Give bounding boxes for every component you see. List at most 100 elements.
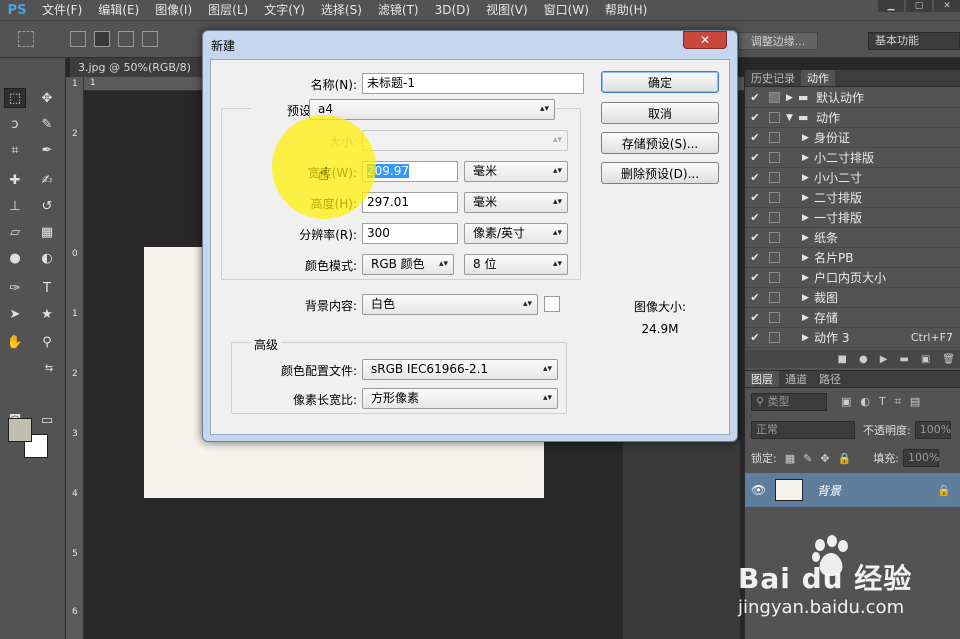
pen-tool-icon[interactable]: ✑ xyxy=(4,278,26,298)
dialog-toggle-box[interactable] xyxy=(769,232,780,243)
quick-select-tool-icon[interactable]: ✎ xyxy=(36,114,58,134)
record-icon[interactable]: ● xyxy=(859,354,868,365)
dialog-toggle-box[interactable] xyxy=(769,132,780,143)
check-icon[interactable]: ✔ xyxy=(747,131,763,144)
expand-right-icon[interactable]: ▶ xyxy=(802,213,814,223)
blend-mode-select[interactable]: 正常 xyxy=(751,421,855,439)
new-set-icon[interactable]: ▬ xyxy=(899,354,908,365)
refine-edge-button[interactable]: 调整边缘... xyxy=(738,32,818,50)
dialog-toggle-box[interactable] xyxy=(769,172,780,183)
restore-icon[interactable]: ▢ xyxy=(906,0,932,12)
eye-icon[interactable]: 👁 xyxy=(751,483,766,497)
layer-name[interactable]: 背景 xyxy=(817,482,841,499)
action-row[interactable]: ✔ ▼ ▬ 动作 xyxy=(745,108,960,128)
action-row[interactable]: ✔ ▶ 存储 xyxy=(745,308,960,328)
action-row[interactable]: ✔ ▶ 纸条 xyxy=(745,228,960,248)
zoom-tool-icon[interactable]: ⚲ xyxy=(36,332,58,352)
dialog-toggle-box[interactable] xyxy=(769,272,780,283)
dialog-toggle-box[interactable] xyxy=(769,152,780,163)
tab-actions[interactable]: 动作 xyxy=(801,70,835,86)
dodge-tool-icon[interactable]: ◐ xyxy=(36,248,58,268)
dialog-toggle-box[interactable] xyxy=(769,212,780,223)
expand-right-icon[interactable]: ▶ xyxy=(802,313,814,323)
trash-icon[interactable]: 🗑 xyxy=(942,354,955,365)
action-row[interactable]: ✔ ▶ 动作 3 Ctrl+F7 xyxy=(745,328,960,348)
tab-paths[interactable]: 路径 xyxy=(813,371,847,387)
size-select[interactable]: ▴▾ xyxy=(362,130,568,151)
add-selection-icon[interactable] xyxy=(94,31,110,47)
brush-tool-icon[interactable]: ✍ xyxy=(36,170,58,190)
hand-tool-icon[interactable]: ✋ xyxy=(4,332,26,352)
action-row[interactable]: ✔ ▶ 名片PB xyxy=(745,248,960,268)
delete-preset-button[interactable]: 删除预设(D)... xyxy=(601,162,719,184)
subtract-selection-icon[interactable] xyxy=(118,31,134,47)
menu-file[interactable]: 文件(F) xyxy=(34,0,90,20)
menu-edit[interactable]: 编辑(E) xyxy=(90,0,147,20)
move-tool-icon[interactable]: ✥ xyxy=(36,88,58,108)
action-row[interactable]: ✔ ▶ 裁图 xyxy=(745,288,960,308)
action-row[interactable]: ✔ ▶ ▬ 默认动作 xyxy=(745,88,960,108)
path-select-tool-icon[interactable]: ➤ xyxy=(4,304,26,324)
swap-colors-icon[interactable]: ⇆ xyxy=(38,358,60,378)
foreground-color-swatch[interactable] xyxy=(8,418,32,442)
clone-stamp-tool-icon[interactable]: ⊥ xyxy=(4,196,26,216)
expand-right-icon[interactable]: ▶ xyxy=(786,93,798,103)
eraser-tool-icon[interactable]: ▱ xyxy=(4,222,26,242)
dialog-toggle-box[interactable] xyxy=(769,192,780,203)
action-row[interactable]: ✔ ▶ 小二寸排版 xyxy=(745,148,960,168)
screen-mode-icon[interactable]: ▭ xyxy=(36,410,58,430)
width-input[interactable]: 209.97 xyxy=(362,161,458,182)
action-row[interactable]: ✔ ▶ 小小二寸 xyxy=(745,168,960,188)
expand-right-icon[interactable]: ▶ xyxy=(802,233,814,243)
blur-tool-icon[interactable]: ● xyxy=(4,248,26,268)
expand-down-icon[interactable]: ▼ xyxy=(786,113,798,123)
layer-filter-icons[interactable]: ▣◐T⌗▤ xyxy=(841,395,929,409)
background-color-preview[interactable] xyxy=(544,296,560,312)
crop-tool-icon[interactable]: ⌗ xyxy=(4,140,26,160)
layer-filter-select[interactable]: ⚲ 类型 xyxy=(751,393,827,411)
history-brush-tool-icon[interactable]: ↺ xyxy=(36,196,58,216)
expand-right-icon[interactable]: ▶ xyxy=(802,173,814,183)
menu-type[interactable]: 文字(Y) xyxy=(256,0,313,20)
check-icon[interactable]: ✔ xyxy=(747,251,763,264)
eyedropper-tool-icon[interactable]: ✒ xyxy=(36,140,58,160)
resolution-unit-select[interactable]: 像素/英寸 ▴▾ xyxy=(464,223,568,244)
ok-button[interactable]: 确定 xyxy=(601,71,719,93)
tab-layers[interactable]: 图层 xyxy=(745,371,779,387)
minimize-icon[interactable]: ▁ xyxy=(878,0,904,12)
color-profile-select[interactable]: sRGB IEC61966-2.1 ▴▾ xyxy=(362,359,558,380)
color-mode-select[interactable]: RGB 颜色 ▴▾ xyxy=(362,254,454,275)
expand-right-icon[interactable]: ▶ xyxy=(802,153,814,163)
check-icon[interactable]: ✔ xyxy=(747,311,763,324)
menu-help[interactable]: 帮助(H) xyxy=(597,0,655,20)
dialog-toggle-box[interactable] xyxy=(769,312,780,323)
dialog-toggle-box[interactable] xyxy=(769,92,780,103)
lasso-tool-icon[interactable]: ↄ xyxy=(4,114,26,134)
fill-input[interactable]: 100% xyxy=(902,449,939,467)
resolution-input[interactable]: 300 xyxy=(362,223,458,244)
shape-tool-icon[interactable]: ★ xyxy=(36,304,58,324)
expand-right-icon[interactable]: ▶ xyxy=(802,193,814,203)
check-icon[interactable]: ✔ xyxy=(747,331,763,344)
menu-filter[interactable]: 滤镜(T) xyxy=(370,0,427,20)
expand-right-icon[interactable]: ▶ xyxy=(802,273,814,283)
healing-brush-tool-icon[interactable]: ✚ xyxy=(4,170,26,190)
cancel-button[interactable]: 取消 xyxy=(601,102,719,124)
dialog-close-button[interactable]: ✕ xyxy=(683,31,727,49)
tab-history[interactable]: 历史记录 xyxy=(745,70,801,86)
height-input[interactable]: 297.01 xyxy=(362,192,458,213)
check-icon[interactable]: ✔ xyxy=(747,151,763,164)
action-row[interactable]: ✔ ▶ 二寸排版 xyxy=(745,188,960,208)
intersect-selection-icon[interactable] xyxy=(142,31,158,47)
menu-layer[interactable]: 图层(L) xyxy=(200,0,256,20)
window-close-icon[interactable]: ✕ xyxy=(934,0,960,12)
menu-image[interactable]: 图像(I) xyxy=(147,0,200,20)
gradient-tool-icon[interactable]: ▦ xyxy=(36,222,58,242)
layer-row-background[interactable]: 👁 背景 🔒 xyxy=(745,473,960,507)
new-selection-icon[interactable] xyxy=(70,31,86,47)
stop-icon[interactable]: ■ xyxy=(838,354,847,365)
pixel-aspect-select[interactable]: 方形像素 ▴▾ xyxy=(362,388,558,409)
menu-select[interactable]: 选择(S) xyxy=(313,0,370,20)
dialog-toggle-box[interactable] xyxy=(769,332,780,343)
lock-icons[interactable]: ▦✎✥🔒 xyxy=(785,452,860,465)
